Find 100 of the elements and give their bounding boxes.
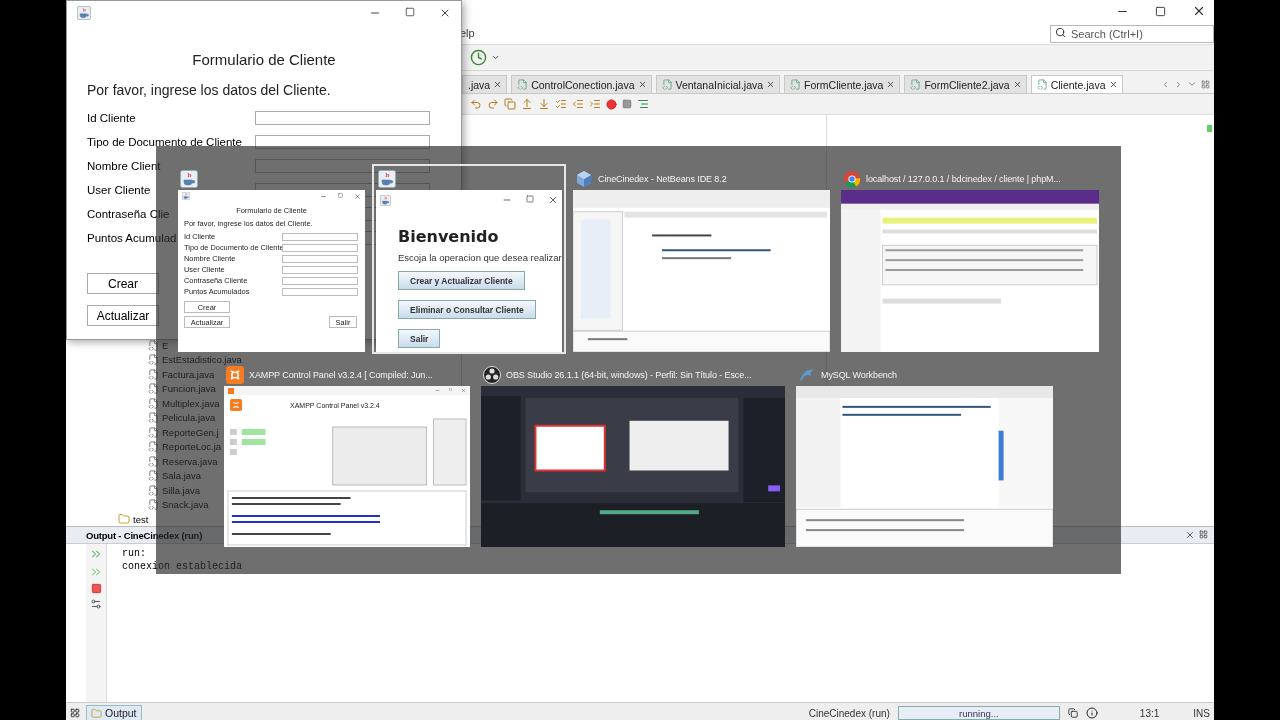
menu-button[interactable]: Salir (398, 329, 441, 348)
menu-button[interactable]: Eliminar o Consultar Cliente (398, 300, 536, 319)
welcome-prompt: Escoja la operacion que desea realizar (398, 252, 562, 263)
redo-icon[interactable] (487, 98, 499, 110)
menu-button[interactable]: Crear y Actualizar Cliente (398, 271, 525, 290)
file-icon (148, 470, 159, 482)
file-icon (148, 412, 159, 424)
file-icon (910, 79, 922, 90)
undo-icon[interactable] (470, 98, 482, 110)
maximize-icon[interactable] (405, 7, 415, 17)
input-field[interactable] (282, 287, 358, 296)
caret-icon[interactable] (1187, 79, 1197, 89)
close-icon[interactable] (493, 80, 503, 89)
run-status: running... (897, 706, 1060, 720)
round-logo-icon (843, 169, 861, 188)
caret-icon[interactable] (491, 53, 500, 62)
file-icon (148, 354, 159, 366)
file-icon (148, 339, 159, 351)
window-title: localhost / 127.0.0.1 / bdcinedex / cliente | phpM... (866, 173, 1061, 184)
checklist-icon[interactable] (555, 98, 567, 110)
editor-tab[interactable]: ControlConection.java (511, 75, 652, 93)
window-title: CineCinedex - NetBeans IDE 8.2 (598, 173, 727, 184)
comment-icon[interactable] (637, 98, 649, 110)
task-name: CineCinedex (run) (808, 707, 890, 719)
close-icon (354, 192, 361, 200)
copy-icon[interactable] (504, 98, 516, 110)
input-field[interactable] (282, 276, 358, 285)
window-title: MySQL Workbench (821, 369, 898, 380)
close-icon[interactable] (1108, 80, 1118, 89)
input-field[interactable] (282, 265, 358, 274)
file-icon (148, 484, 159, 496)
caret-position: 13:1 (1139, 707, 1160, 719)
field-label: User Cliente (87, 183, 151, 197)
file-icon (148, 397, 159, 409)
input-field[interactable] (255, 135, 430, 149)
scroll-right-icon[interactable] (1174, 79, 1183, 89)
maximize-icon (338, 192, 343, 198)
file-icon (148, 455, 159, 467)
close-icon[interactable] (1012, 80, 1022, 89)
maximize-icon (449, 388, 452, 391)
form-heading: Formulario de Cliente (191, 51, 337, 68)
search-field[interactable]: Search (Ctrl+I) (1050, 25, 1214, 43)
editor-tab[interactable]: .java (462, 75, 508, 93)
window-title: XAMPP Control Panel v3.2.4 [ Compiled: Jun... (249, 369, 433, 380)
stop-icon[interactable] (90, 583, 102, 594)
close-icon[interactable] (1192, 4, 1206, 18)
folder-icon (91, 707, 102, 719)
arrow-up-icon[interactable] (521, 98, 533, 110)
java-cup-icon (182, 192, 190, 200)
output-line: run: (122, 547, 147, 560)
input-field[interactable] (282, 243, 358, 252)
outdent-icon[interactable] (572, 98, 584, 110)
input-field[interactable] (255, 111, 430, 125)
editor-tab[interactable]: VentanaInicial.java (655, 75, 781, 93)
form-button[interactable]: Crear (87, 273, 159, 294)
file-icon (148, 426, 159, 438)
close-icon[interactable] (766, 80, 776, 89)
settings-icon[interactable] (90, 598, 102, 610)
field-label: Tipo de Documento de Cliente (87, 135, 242, 149)
form-intro: Por favor, ingrese los datos del Cliente. (87, 82, 332, 98)
arrow-down-icon[interactable] (538, 98, 550, 110)
close-icon[interactable] (886, 80, 896, 89)
maximize-icon[interactable] (1155, 5, 1166, 17)
file-icon (148, 441, 159, 453)
clock-icon[interactable] (470, 49, 487, 66)
file-icon (148, 383, 159, 395)
editor-tab[interactable]: FormCliente.java (784, 75, 901, 93)
form-button[interactable]: Actualizar (87, 305, 159, 326)
window-title: OBS Studio 26.1.1 (64-bit, windows) - Perfil: Sin Título - Esce... (506, 369, 752, 380)
file-icon (517, 79, 529, 90)
notification-icon[interactable] (1085, 707, 1098, 719)
welcome-heading: Bienvenido (398, 227, 500, 246)
circle-logo-icon (483, 365, 501, 384)
window-thumbnail[interactable]: Bienvenido Escoja la operacion que desea realizar Crear y Actualizar Cliente Eliminar o Consultar Cliente Salir (372, 164, 566, 354)
cube-icon (575, 169, 593, 188)
java-cup-icon (77, 6, 91, 20)
record-icon[interactable] (606, 98, 617, 110)
insert-mode: INS (1193, 707, 1210, 719)
file-icon (661, 79, 673, 90)
square-logo-icon (226, 365, 244, 384)
file-icon (790, 79, 802, 90)
field-label: Id Cliente (87, 111, 136, 125)
file-icon (1036, 79, 1048, 90)
indent-icon[interactable] (589, 98, 601, 110)
close-icon[interactable] (637, 80, 647, 89)
input-field[interactable] (282, 232, 358, 241)
search-icon (1055, 27, 1066, 38)
input-field[interactable] (255, 159, 430, 173)
tree-item[interactable]: test (133, 513, 149, 525)
output-tab[interactable]: Output (86, 705, 142, 720)
editor-tab[interactable]: FormCliente2.java (904, 75, 1027, 93)
input-field[interactable] (282, 254, 358, 263)
stop-icon[interactable] (622, 99, 632, 109)
scroll-left-icon[interactable] (1161, 79, 1170, 89)
close-icon (461, 388, 466, 393)
minimize-icon (435, 388, 440, 393)
square-logo-icon (228, 387, 234, 394)
close-icon[interactable] (439, 7, 451, 19)
status-mark (1206, 125, 1212, 132)
editor-tab[interactable]: Cliente.java (1030, 75, 1123, 93)
